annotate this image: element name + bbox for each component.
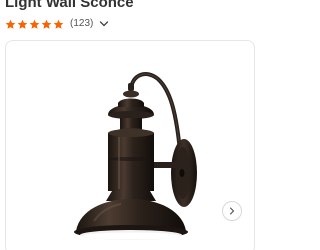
rating-row[interactable]: (123) — [5, 17, 109, 31]
chevron-down-icon[interactable] — [99, 19, 109, 29]
next-image-button[interactable] — [222, 201, 242, 221]
product-page: Light Wall Sconce (123) — [0, 0, 255, 250]
star-icon — [41, 19, 52, 30]
star-icon — [29, 19, 40, 30]
product-title: Light Wall Sconce — [5, 0, 134, 11]
star-rating — [5, 19, 65, 30]
star-icon — [17, 19, 28, 30]
star-icon — [53, 19, 64, 30]
product-image — [74, 72, 197, 240]
review-count[interactable]: (123) — [70, 18, 93, 30]
star-icon — [5, 19, 16, 30]
chevron-right-icon — [228, 207, 236, 215]
product-image-card[interactable] — [5, 40, 255, 250]
